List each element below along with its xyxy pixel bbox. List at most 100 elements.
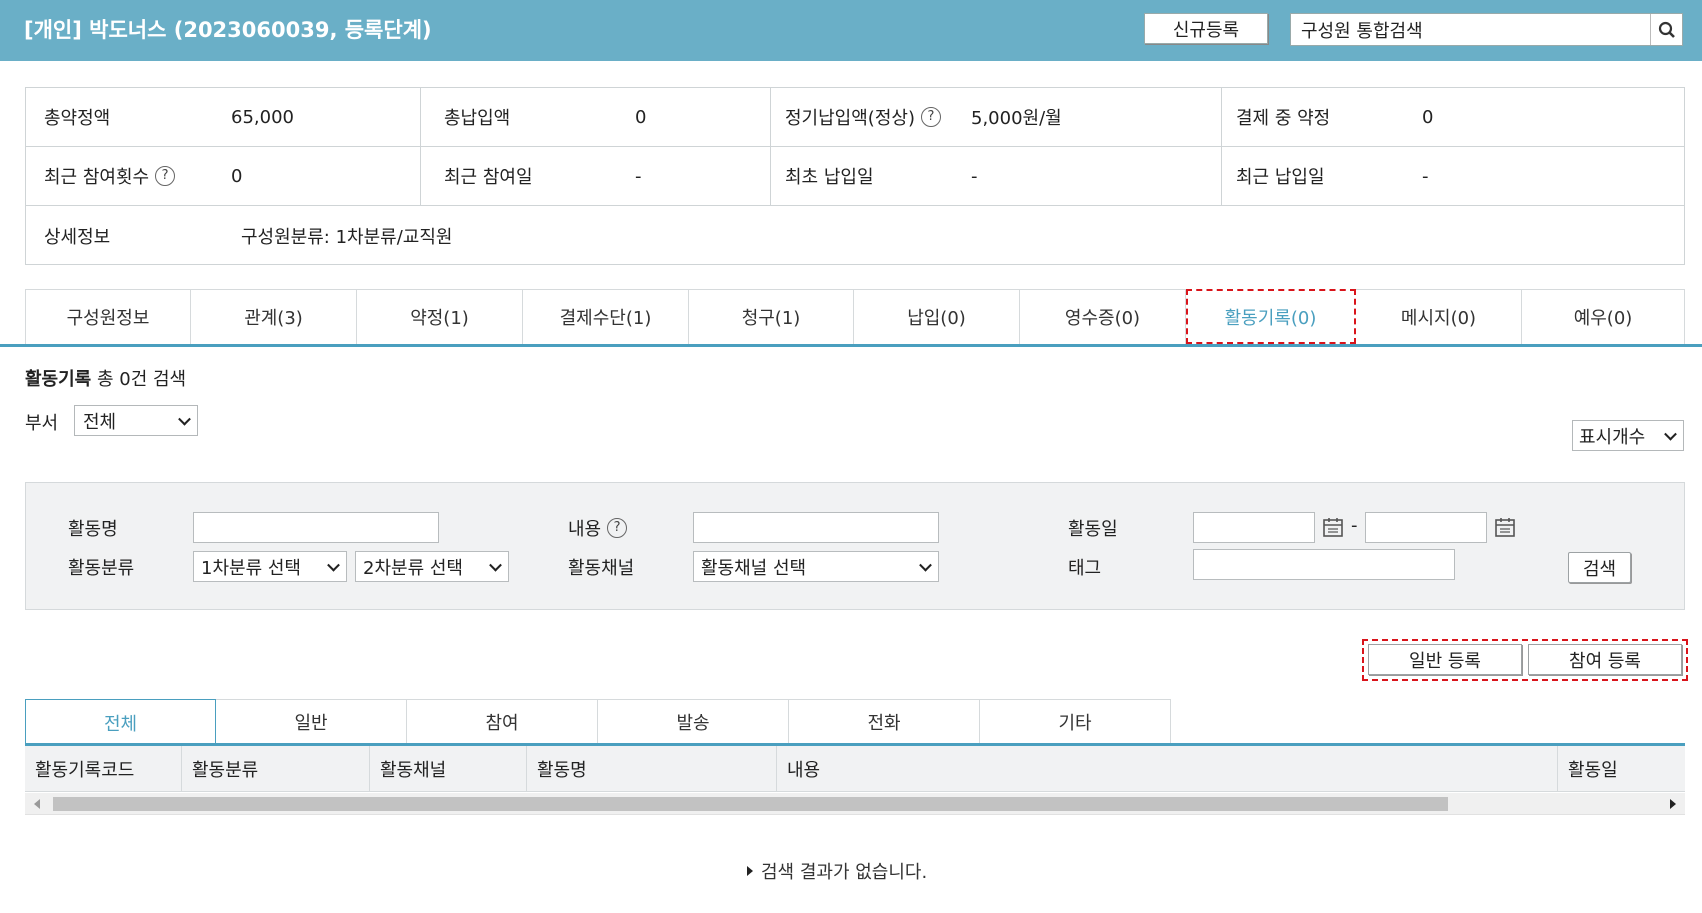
tag-input[interactable] bbox=[1193, 549, 1455, 580]
recent-participation-label: 최근 참여횟수 bbox=[44, 167, 150, 188]
subtab-send[interactable]: 발송 bbox=[598, 699, 789, 744]
tab-receipts[interactable]: 영수증(0) bbox=[1020, 289, 1186, 344]
tab-underline bbox=[0, 344, 1702, 347]
column-header-name[interactable]: 활동명 bbox=[527, 746, 777, 791]
triangle-right-icon bbox=[747, 866, 753, 876]
content-label-cell: 내용 ? bbox=[568, 515, 628, 541]
summary-row: 최근 참여횟수 ? 0 최근 참여일 - 최초 납입일 - 최근 납입일 - bbox=[26, 147, 1684, 206]
date-from-input[interactable] bbox=[1193, 512, 1315, 543]
regular-paid-label-cell: 정기납입액(정상) ? bbox=[785, 88, 941, 146]
search-button[interactable]: 검색 bbox=[1568, 552, 1631, 583]
dept-select[interactable]: 전체 bbox=[74, 405, 198, 436]
calendar-icon[interactable] bbox=[1494, 516, 1516, 538]
scroll-right-icon[interactable] bbox=[1670, 799, 1676, 809]
channel-label: 활동채널 bbox=[568, 558, 635, 579]
content-input[interactable] bbox=[693, 512, 939, 543]
content-label: 내용 bbox=[568, 519, 602, 540]
recent-participation-label-cell: 최근 참여횟수 ? bbox=[44, 147, 176, 205]
empty-result-text: 검색 결과가 없습니다. bbox=[761, 862, 928, 883]
activity-name-input[interactable] bbox=[193, 512, 439, 543]
tab-activity-records[interactable]: 활동기록(0) bbox=[1186, 289, 1356, 344]
category1-select[interactable]: 1차분류 선택 bbox=[193, 551, 347, 582]
tab-pledges[interactable]: 약정(1) bbox=[357, 289, 523, 344]
subtab-phone[interactable]: 전화 bbox=[789, 699, 980, 744]
new-register-button[interactable]: 신규등록 bbox=[1144, 13, 1268, 44]
summary-row: 총약정액 65,000 총납입액 0 정기납입액(정상) ? 5,000원/월 … bbox=[26, 88, 1684, 147]
tab-messages[interactable]: 메시지(0) bbox=[1356, 289, 1522, 344]
horizontal-scrollbar[interactable] bbox=[25, 793, 1685, 815]
member-search-box bbox=[1290, 13, 1683, 46]
subtab-general[interactable]: 일반 bbox=[216, 699, 407, 744]
total-pledge-value: 65,000 bbox=[231, 106, 294, 128]
activity-list-title: 활동기록 bbox=[25, 369, 92, 390]
tab-member-info[interactable]: 구성원정보 bbox=[25, 289, 191, 344]
recent-participation-date-value: - bbox=[635, 165, 642, 187]
pledge-in-payment-value: 0 bbox=[1422, 106, 1434, 128]
detail-label: 상세정보 bbox=[44, 226, 111, 248]
member-tabs: 구성원정보 관계(3) 약정(1) 결제수단(1) 청구(1) 납입(0) 영수… bbox=[25, 289, 1702, 345]
column-header-category[interactable]: 활동분류 bbox=[182, 746, 370, 791]
date-to-input[interactable] bbox=[1365, 512, 1487, 543]
scroll-left-icon[interactable] bbox=[34, 799, 40, 809]
tab-payments[interactable]: 납입(0) bbox=[854, 289, 1020, 344]
display-count-select[interactable]: 표시개수 bbox=[1572, 420, 1684, 451]
help-icon[interactable]: ? bbox=[155, 166, 176, 186]
pledge-in-payment-label: 결제 중 약정 bbox=[1236, 108, 1331, 129]
dept-label: 부서 bbox=[25, 413, 59, 434]
total-pledge-label: 총약정액 bbox=[44, 108, 111, 129]
tab-courtesy[interactable]: 예우(0) bbox=[1522, 289, 1685, 344]
recent-paid-date-value: - bbox=[1422, 165, 1429, 187]
first-paid-date-value: - bbox=[971, 165, 978, 187]
detail-value: 구성원분류: 1차분류/교직원 bbox=[241, 226, 453, 248]
register-buttons: 일반 등록 참여 등록 bbox=[1362, 639, 1688, 681]
chevron-down-icon bbox=[327, 558, 340, 572]
participation-register-button[interactable]: 참여 등록 bbox=[1528, 644, 1682, 675]
category2-select[interactable]: 2차분류 선택 bbox=[355, 551, 509, 582]
first-paid-date-label: 최초 납입일 bbox=[785, 167, 874, 188]
activity-search-panel: 활동명 내용 ? 활동일 - 활동분류 1차분류 선택 2차분류 선택 활동채널… bbox=[25, 482, 1685, 610]
summary-row: 상세정보 구성원분류: 1차분류/교직원 bbox=[26, 206, 1684, 265]
general-register-button[interactable]: 일반 등록 bbox=[1368, 644, 1522, 675]
help-icon[interactable]: ? bbox=[607, 518, 628, 538]
chevron-down-icon bbox=[489, 558, 502, 572]
tab-billing[interactable]: 청구(1) bbox=[689, 289, 854, 344]
member-search-input[interactable] bbox=[1291, 14, 1651, 45]
column-header-content[interactable]: 내용 bbox=[777, 746, 1558, 791]
chevron-down-icon bbox=[1664, 427, 1677, 441]
category-label: 활동분류 bbox=[68, 558, 135, 579]
total-paid-label: 총납입액 bbox=[444, 108, 511, 129]
tag-label: 태그 bbox=[1068, 558, 1102, 579]
activity-date-label: 활동일 bbox=[1068, 519, 1118, 540]
member-summary-table: 총약정액 65,000 총납입액 0 정기납입액(정상) ? 5,000원/월 … bbox=[25, 87, 1685, 265]
subtab-all[interactable]: 전체 bbox=[25, 699, 216, 745]
column-header-code[interactable]: 활동기록코드 bbox=[25, 746, 182, 791]
activity-name-label: 활동명 bbox=[68, 519, 118, 540]
total-paid-value: 0 bbox=[635, 106, 647, 128]
regular-paid-label: 정기납입액(정상) bbox=[785, 108, 915, 129]
column-header-channel[interactable]: 활동채널 bbox=[370, 746, 527, 791]
scrollbar-thumb[interactable] bbox=[53, 797, 1448, 811]
subtab-other[interactable]: 기타 bbox=[980, 699, 1171, 744]
empty-result-message: 검색 결과가 없습니다. bbox=[747, 858, 927, 884]
dept-select-value: 전체 bbox=[83, 411, 117, 433]
recent-participation-value: 0 bbox=[231, 165, 243, 187]
calendar-icon[interactable] bbox=[1322, 516, 1344, 538]
tab-payment-methods[interactable]: 결제수단(1) bbox=[523, 289, 689, 344]
header-bar: [개인] 박도너스 (2023060039, 등록단계) 신규등록 bbox=[0, 0, 1702, 61]
activity-count-text: 총 0건 검색 bbox=[96, 369, 187, 390]
channel-value: 활동채널 선택 bbox=[701, 557, 807, 579]
channel-select[interactable]: 활동채널 선택 bbox=[693, 551, 939, 582]
regular-paid-value: 5,000원/월 bbox=[971, 108, 1062, 129]
chevron-down-icon bbox=[178, 412, 191, 426]
category1-value: 1차분류 선택 bbox=[201, 557, 301, 579]
date-separator: - bbox=[1351, 515, 1358, 536]
column-header-date[interactable]: 활동일 bbox=[1558, 746, 1685, 791]
recent-participation-date-label: 최근 참여일 bbox=[444, 167, 533, 188]
help-icon[interactable]: ? bbox=[920, 107, 941, 127]
recent-paid-date-label: 최근 납입일 bbox=[1236, 167, 1325, 188]
chevron-down-icon bbox=[919, 558, 932, 572]
search-icon[interactable] bbox=[1650, 14, 1682, 45]
display-count-label: 표시개수 bbox=[1579, 426, 1646, 448]
tab-relations[interactable]: 관계(3) bbox=[191, 289, 357, 344]
subtab-participation[interactable]: 참여 bbox=[407, 699, 598, 744]
